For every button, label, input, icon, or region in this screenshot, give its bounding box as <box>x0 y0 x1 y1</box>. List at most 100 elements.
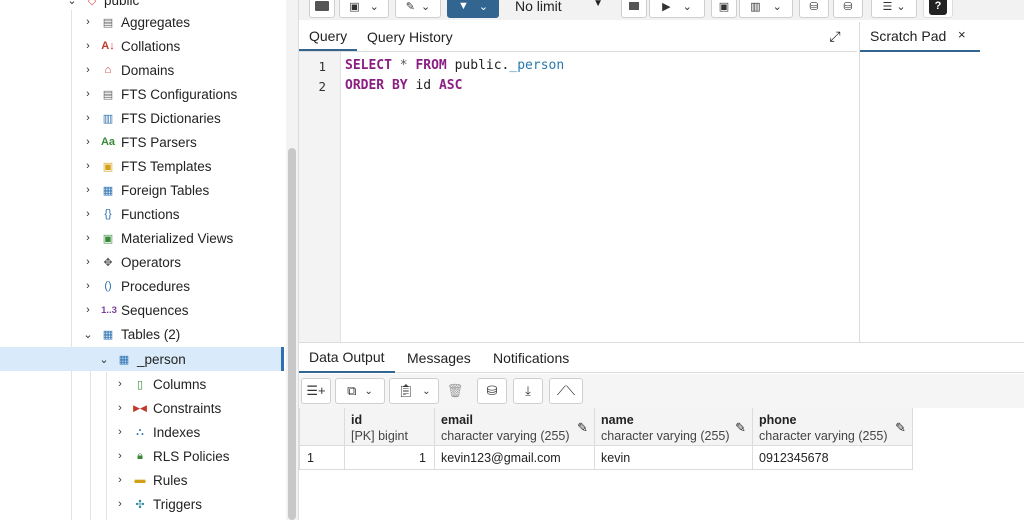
cell-value: kevin123@gmail.com <box>441 451 561 465</box>
chevron-right-icon[interactable]: › <box>114 378 126 390</box>
delete-button[interactable]: 🗑︎ <box>441 378 469 404</box>
execute-button[interactable]: ▶ ⌄ <box>649 0 705 18</box>
sql-editor[interactable]: 1 2 SELECT * FROM public._person ORDER B… <box>299 52 857 342</box>
table-cell-phone[interactable]: 0912345678 <box>753 446 913 470</box>
tree-item-columns[interactable]: › ▯ Columns <box>0 372 284 396</box>
save-data-button[interactable]: ⛁ <box>477 378 507 404</box>
tab-notifications[interactable]: Notifications <box>483 343 579 373</box>
chevron-right-icon[interactable]: › <box>82 208 94 220</box>
pencil-icon[interactable]: ✎ <box>895 420 906 436</box>
tree-item-fts-configurations[interactable]: › ▤ FTS Configurations <box>0 82 284 106</box>
chevron-right-icon[interactable]: › <box>114 474 126 486</box>
row-limit-select[interactable]: No limit ▼ <box>503 0 613 18</box>
commit-button[interactable]: ⛁ <box>799 0 829 18</box>
chevron-right-icon[interactable]: › <box>82 232 94 244</box>
expand-icon[interactable]: ⤢ <box>827 28 843 44</box>
tree-item-aggregates[interactable]: › ▤ Aggregates <box>0 10 284 34</box>
chevron-right-icon[interactable]: › <box>82 304 94 316</box>
tab-data-output[interactable]: Data Output <box>299 343 395 373</box>
fts-parsers-icon: Aa <box>100 136 116 148</box>
tree-item-label: FTS Templates <box>121 158 212 174</box>
chevron-right-icon[interactable]: › <box>82 16 94 28</box>
add-row-button[interactable]: ☰+ <box>301 378 331 404</box>
help-icon: ? <box>929 0 947 15</box>
column-name: id <box>351 413 363 427</box>
stop-button[interactable] <box>621 0 647 18</box>
rollback-icon: ⛁ <box>843 0 853 13</box>
code-line: SELECT * FROM public._person <box>345 58 564 73</box>
pencil-icon[interactable]: ✎ <box>735 420 746 436</box>
chevron-right-icon[interactable]: › <box>82 160 94 172</box>
foreign-tables-icon: ▦ <box>102 184 114 197</box>
explain-button[interactable]: ▣ <box>711 0 737 18</box>
fts-dictionaries-icon: ▥ <box>102 112 114 125</box>
chevron-right-icon[interactable]: › <box>82 40 94 52</box>
functions-icon: {} <box>104 208 112 220</box>
tree-item-collations[interactable]: › A↓ Collations <box>0 34 284 58</box>
explain-analyze-button[interactable]: ▥ ⌄ <box>739 0 793 18</box>
chevron-right-icon[interactable]: › <box>114 450 126 462</box>
chevron-down-icon: ⌄ <box>682 0 692 13</box>
tree-item-label: FTS Configurations <box>121 86 238 102</box>
chevron-right-icon[interactable]: › <box>82 112 94 124</box>
tree-item-fts-dictionaries[interactable]: › ▥ FTS Dictionaries <box>0 106 284 130</box>
tree-item-indexes[interactable]: › ⛬ Indexes <box>0 420 284 444</box>
tree-item-rls-policies[interactable]: › 🔒︎ RLS Policies <box>0 444 284 468</box>
copy-button[interactable]: ⧉ ⌄ <box>335 378 385 404</box>
tree-item-fts-templates[interactable]: › ▣ FTS Templates <box>0 154 284 178</box>
open-file-button[interactable] <box>309 0 335 18</box>
tree-item-operators[interactable]: › ✥ Operators <box>0 250 284 274</box>
close-icon[interactable]: × <box>958 27 966 42</box>
table-cell-email[interactable]: kevin123@gmail.com <box>435 446 595 470</box>
tree-item-functions[interactable]: › {} Functions <box>0 202 284 226</box>
tree-item-constraints[interactable]: › ▶◀ Constraints <box>0 396 284 420</box>
row-number-cell[interactable]: 1 <box>299 446 345 470</box>
line-number: 1 <box>318 59 326 74</box>
chevron-right-icon[interactable]: › <box>82 256 94 268</box>
pencil-icon[interactable]: ✎ <box>577 420 588 436</box>
tree-item-person-table[interactable]: ⌄ ▦ _person <box>0 347 284 371</box>
download-button[interactable]: ⤓ <box>513 378 543 404</box>
column-header-name[interactable]: name character varying (255) ✎ <box>595 408 753 446</box>
tree-item-sequences[interactable]: › 1..3 Sequences <box>0 298 284 322</box>
chevron-right-icon[interactable]: › <box>114 426 126 438</box>
table-cell-id[interactable]: 1 <box>345 446 435 470</box>
chevron-down-icon[interactable]: ⌄ <box>82 328 94 341</box>
tree-item-materialized-views[interactable]: › ▣ Materialized Views <box>0 226 284 250</box>
chevron-down-icon[interactable]: ⌄ <box>98 353 110 366</box>
chevron-right-icon[interactable]: › <box>82 88 94 100</box>
table-cell-name[interactable]: kevin <box>595 446 753 470</box>
macros-button[interactable]: ☰ ⌄ <box>871 0 917 18</box>
save-file-button[interactable]: ▣ ⌄ <box>339 0 389 18</box>
chevron-down-icon[interactable]: ⌄ <box>66 0 78 7</box>
tree-scrollbar-thumb[interactable] <box>288 148 296 520</box>
chevron-right-icon[interactable]: › <box>82 64 94 76</box>
chevron-right-icon[interactable]: › <box>82 280 94 292</box>
chevron-right-icon[interactable]: › <box>114 498 126 510</box>
tree-item-rules[interactable]: › ▬ Rules <box>0 468 284 492</box>
tree-scrollbar[interactable] <box>286 0 298 520</box>
tree-item-tables[interactable]: ⌄ ▦ Tables (2) <box>0 322 284 346</box>
paste-button[interactable]: 📋︎ ⌄ <box>389 378 439 404</box>
chevron-right-icon[interactable]: › <box>114 402 126 414</box>
help-button[interactable]: ? <box>923 0 953 18</box>
chevron-right-icon[interactable]: › <box>82 184 94 196</box>
tree-item-label: Procedures <box>121 278 191 294</box>
tree-item-foreign-tables[interactable]: › ▦ Foreign Tables <box>0 178 284 202</box>
rollback-button[interactable]: ⛁ <box>833 0 863 18</box>
chevron-right-icon[interactable]: › <box>82 136 94 148</box>
column-header-email[interactable]: email character varying (255) ✎ <box>435 408 595 446</box>
tree-item-label: public <box>104 0 140 8</box>
column-header-id[interactable]: id [PK] bigint <box>345 408 435 446</box>
column-header-phone[interactable]: phone character varying (255) ✎ <box>753 408 913 446</box>
graph-visualiser-button[interactable]: ⟋⟍ <box>549 378 583 404</box>
tree-item-fts-parsers[interactable]: › Aa FTS Parsers <box>0 130 284 154</box>
tree-item-procedures[interactable]: › () Procedures <box>0 274 284 298</box>
edit-button[interactable]: ✎ ⌄ <box>395 0 441 18</box>
tab-query-history[interactable]: Query History <box>357 22 463 51</box>
filter-button[interactable]: ▼ ⌄ <box>447 0 499 18</box>
tab-query[interactable]: Query <box>299 22 358 51</box>
tree-item-triggers[interactable]: › ✣ Triggers <box>0 492 284 516</box>
tab-messages[interactable]: Messages <box>397 343 481 373</box>
tree-item-domains[interactable]: › ⌂ Domains <box>0 58 284 82</box>
